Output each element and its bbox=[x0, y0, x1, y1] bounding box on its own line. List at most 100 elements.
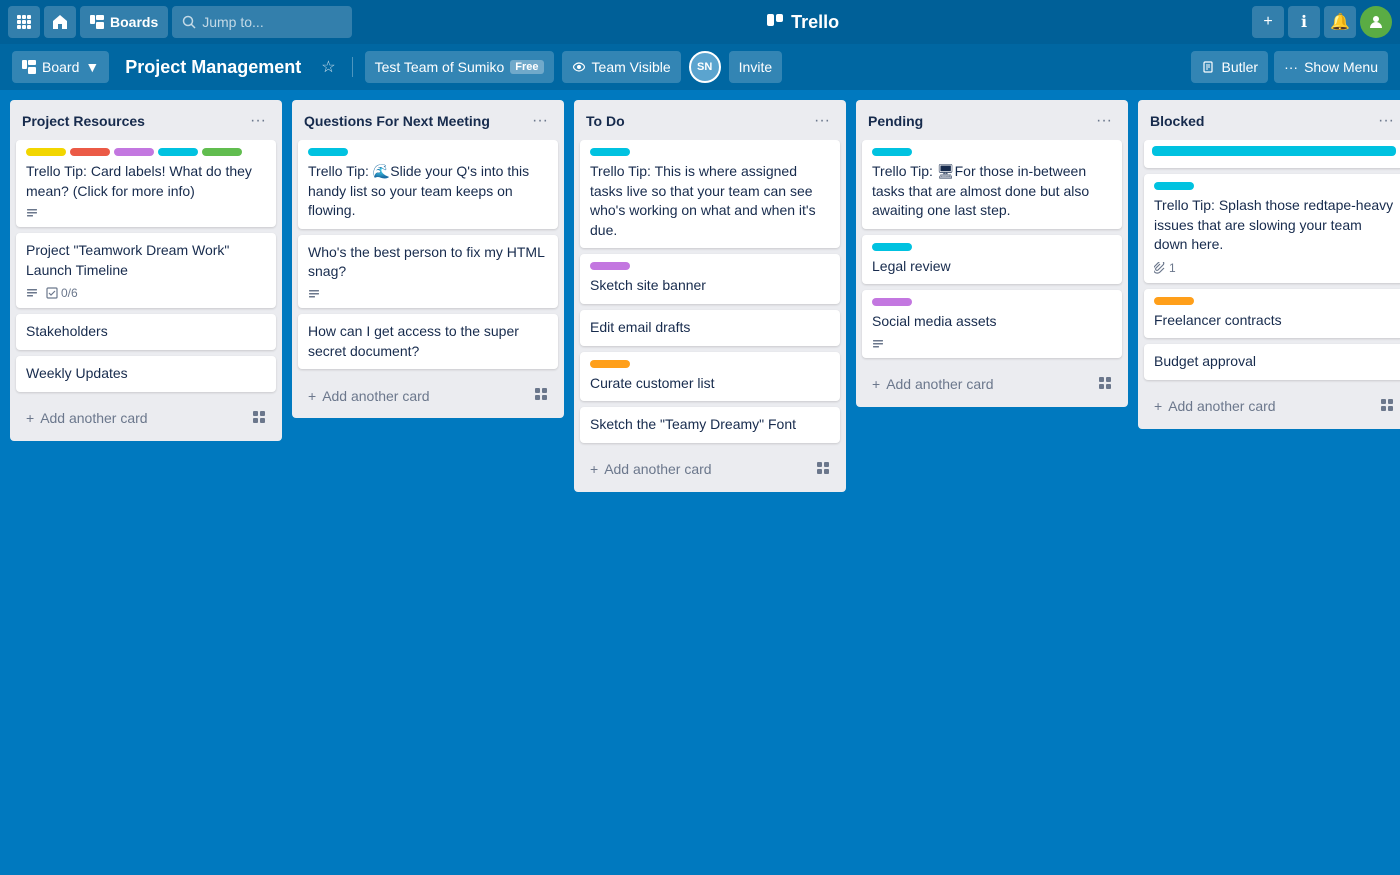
profile-button[interactable] bbox=[1360, 6, 1392, 38]
card-tip-pending[interactable]: Trello Tip: 🖥For those in-between tasks … bbox=[862, 140, 1122, 229]
card-text: Trello Tip: 🖥For those in-between tasks … bbox=[872, 162, 1112, 221]
nav-center: Trello bbox=[356, 12, 1248, 33]
add-button[interactable]: + bbox=[1252, 6, 1284, 38]
list-title: Pending bbox=[868, 113, 1092, 129]
list-to-do: To Do ··· Trello Tip: This is where assi… bbox=[574, 100, 846, 492]
team-visible-button[interactable]: Team Visible bbox=[562, 51, 681, 83]
card-text: Freelancer contracts bbox=[1154, 311, 1394, 331]
card-tip-blocked[interactable]: Trello Tip: Splash those redtape-heavy i… bbox=[1144, 174, 1400, 283]
avatar[interactable]: SN bbox=[689, 51, 721, 83]
list-menu-button[interactable]: ··· bbox=[1092, 110, 1116, 132]
card-text: Who's the best person to fix my HTML sna… bbox=[308, 243, 548, 282]
label-purple bbox=[590, 262, 630, 270]
show-menu-label: Show Menu bbox=[1304, 59, 1378, 75]
card-launch-timeline[interactable]: Project "Teamwork Dream Work" Launch Tim… bbox=[16, 233, 276, 308]
card-tip-questions[interactable]: Trello Tip: 🌊Slide your Q's into this ha… bbox=[298, 140, 558, 229]
card-secret-document[interactable]: How can I get access to the super secret… bbox=[298, 314, 558, 369]
list-cards: Trello Tip: 🌊Slide your Q's into this ha… bbox=[292, 140, 564, 375]
label-teal-wide bbox=[1152, 146, 1396, 156]
list-menu-button[interactable]: ··· bbox=[810, 110, 834, 132]
butler-button[interactable]: Butler bbox=[1191, 51, 1268, 83]
card-text: Curate customer list bbox=[590, 374, 830, 394]
team-visible-label: Team Visible bbox=[592, 59, 671, 75]
label-red bbox=[70, 148, 110, 156]
list-header: Questions For Next Meeting ··· bbox=[292, 100, 564, 140]
board-content: Project Resources ··· Trello Tip: Card l… bbox=[0, 90, 1400, 875]
card-freelancer-contracts[interactable]: Freelancer contracts bbox=[1144, 289, 1400, 339]
card-sketch-font[interactable]: Sketch the "Teamy Dreamy" Font bbox=[580, 407, 840, 443]
add-card-button[interactable]: + Add another card bbox=[580, 453, 840, 486]
card-text: Project "Teamwork Dream Work" Launch Tim… bbox=[26, 241, 266, 280]
template-icon bbox=[816, 461, 830, 478]
card-weekly-updates[interactable]: Weekly Updates bbox=[16, 356, 276, 392]
template-icon bbox=[1380, 398, 1394, 415]
add-card-button[interactable]: + Add another card bbox=[1144, 390, 1400, 423]
add-card-button[interactable]: + Add another card bbox=[298, 379, 558, 412]
boards-label: Boards bbox=[110, 14, 158, 30]
list-title: Questions For Next Meeting bbox=[304, 113, 528, 129]
card-curate-customer[interactable]: Curate customer list bbox=[580, 352, 840, 402]
card-labels bbox=[590, 148, 830, 156]
add-card-button[interactable]: + Add another card bbox=[862, 368, 1122, 401]
list-title: Project Resources bbox=[22, 113, 246, 129]
card-labels bbox=[1152, 146, 1396, 156]
label-orange bbox=[1154, 297, 1194, 305]
boards-button[interactable]: Boards bbox=[80, 6, 168, 38]
list-blocked: Blocked ··· Trello Tip: Splash those red… bbox=[1138, 100, 1400, 429]
board-title[interactable]: Project Management bbox=[117, 53, 309, 82]
card-social-media[interactable]: Social media assets bbox=[862, 290, 1122, 358]
search-box[interactable] bbox=[172, 6, 352, 38]
plus-icon: + bbox=[26, 410, 34, 426]
card-labels bbox=[590, 360, 830, 368]
card-footer: 1 bbox=[1154, 261, 1394, 275]
header-right: Butler ··· Show Menu bbox=[1191, 51, 1388, 83]
card-text: Trello Tip: This is where assigned tasks… bbox=[590, 162, 830, 240]
card-tip-todo[interactable]: Trello Tip: This is where assigned tasks… bbox=[580, 140, 840, 248]
attachment-count: 1 bbox=[1169, 261, 1176, 275]
nav-right: + ℹ 🔔 bbox=[1252, 6, 1392, 38]
card-text: Trello Tip: 🌊Slide your Q's into this ha… bbox=[308, 162, 548, 221]
add-card-button[interactable]: + Add another card bbox=[16, 402, 276, 435]
info-button[interactable]: ℹ bbox=[1288, 6, 1320, 38]
label-cyan bbox=[872, 148, 912, 156]
show-menu-button[interactable]: ··· Show Menu bbox=[1274, 51, 1388, 83]
card-labels bbox=[308, 148, 548, 156]
home-icon[interactable] bbox=[44, 6, 76, 38]
plus-icon: + bbox=[308, 388, 316, 404]
board-view-button[interactable]: Board ▼ bbox=[12, 51, 109, 83]
card-tip-labels[interactable]: Trello Tip: Card labels! What do they me… bbox=[16, 140, 276, 227]
list-menu-button[interactable]: ··· bbox=[246, 110, 270, 132]
label-purple bbox=[872, 298, 912, 306]
list-questions-next-meeting: Questions For Next Meeting ··· Trello Ti… bbox=[292, 100, 564, 418]
list-title: To Do bbox=[586, 113, 810, 129]
card-text: How can I get access to the super secret… bbox=[308, 322, 548, 361]
card-legal-review[interactable]: Legal review bbox=[862, 235, 1122, 285]
attachment-badge: 1 bbox=[1154, 261, 1176, 275]
list-menu-button[interactable]: ··· bbox=[1374, 110, 1398, 132]
trello-logo: Trello bbox=[765, 12, 839, 33]
card-budget-approval[interactable]: Budget approval bbox=[1144, 344, 1400, 380]
card-wide-label[interactable] bbox=[1144, 140, 1400, 168]
list-menu-button[interactable]: ··· bbox=[528, 110, 552, 132]
label-cyan bbox=[1154, 182, 1194, 190]
free-badge: Free bbox=[510, 60, 543, 74]
apps-icon[interactable] bbox=[8, 6, 40, 38]
card-edit-email[interactable]: Edit email drafts bbox=[580, 310, 840, 346]
card-html-snag[interactable]: Who's the best person to fix my HTML sna… bbox=[298, 235, 558, 308]
star-button[interactable]: ☆ bbox=[317, 53, 339, 81]
card-sketch-banner[interactable]: Sketch site banner bbox=[580, 254, 840, 304]
label-cyan bbox=[590, 148, 630, 156]
team-button[interactable]: Test Team of Sumiko Free bbox=[365, 51, 554, 83]
card-footer bbox=[872, 338, 1112, 350]
invite-button[interactable]: Invite bbox=[729, 51, 782, 83]
card-text: Sketch site banner bbox=[590, 276, 830, 296]
card-stakeholders[interactable]: Stakeholders bbox=[16, 314, 276, 350]
label-purple bbox=[114, 148, 154, 156]
notifications-button[interactable]: 🔔 bbox=[1324, 6, 1356, 38]
label-cyan bbox=[308, 148, 348, 156]
search-input[interactable] bbox=[202, 14, 342, 30]
label-teal bbox=[872, 243, 912, 251]
add-card-label: Add another card bbox=[886, 376, 993, 392]
header-divider bbox=[352, 57, 353, 77]
template-icon bbox=[534, 387, 548, 404]
